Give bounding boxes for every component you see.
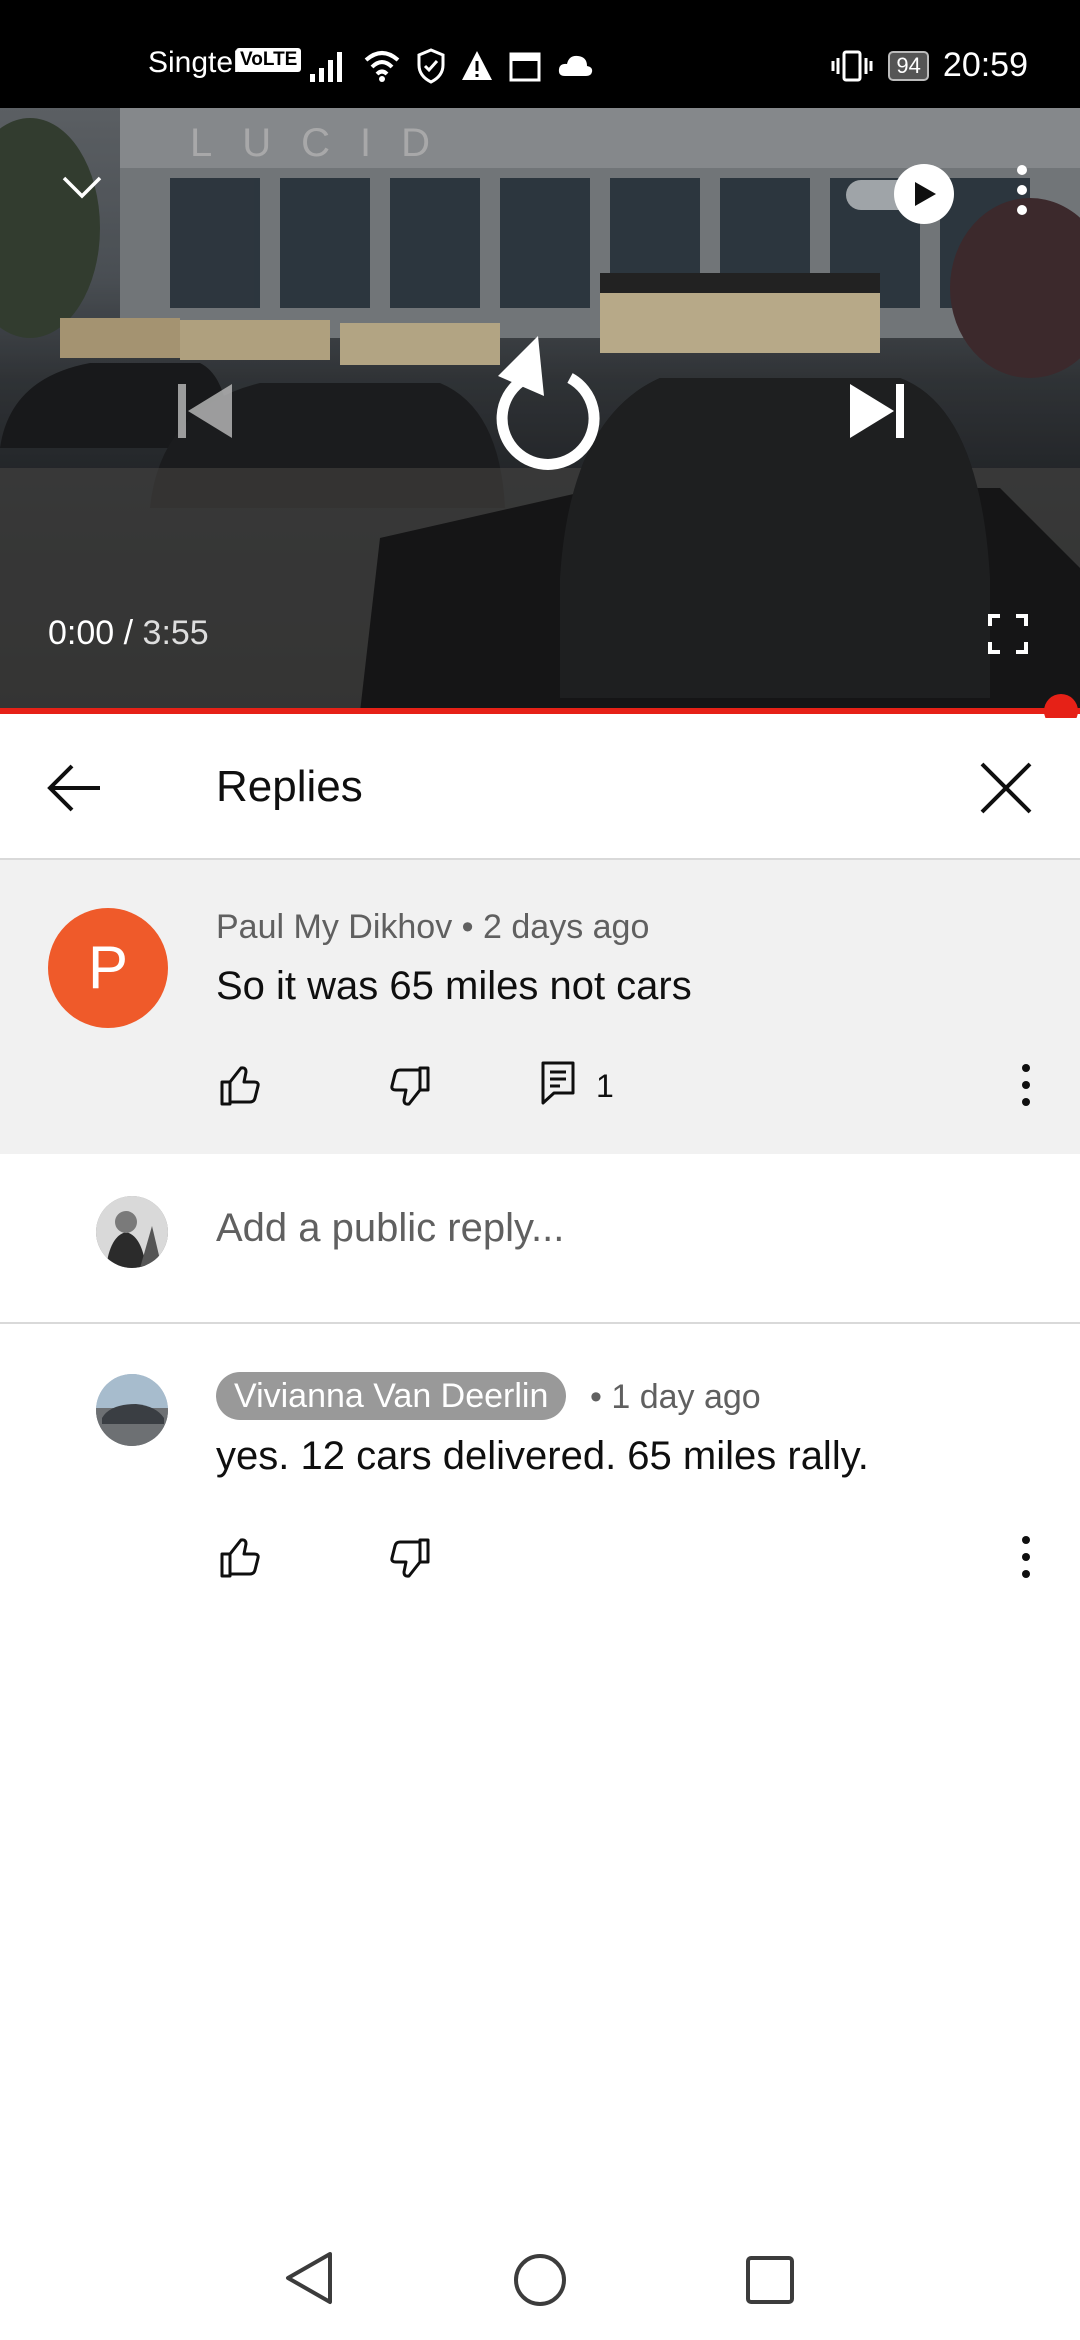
current-time: 0:00 <box>48 614 115 652</box>
skip-next-icon[interactable] <box>848 382 906 440</box>
nav-recents-icon[interactable] <box>744 2254 796 2306</box>
reply-text: yes. 12 cars delivered. 65 miles rally. <box>216 1434 869 1478</box>
close-icon[interactable] <box>978 760 1034 816</box>
comment-icon[interactable] <box>540 1060 576 1106</box>
shield-icon <box>417 48 445 84</box>
play-icon <box>915 182 936 206</box>
calendar-icon <box>509 52 541 82</box>
skip-previous-icon[interactable] <box>176 382 234 440</box>
reply-time[interactable]: 1 day ago <box>611 1378 760 1416</box>
vibrate-icon <box>831 50 873 81</box>
fullscreen-icon[interactable] <box>988 614 1028 654</box>
avatar[interactable] <box>96 1374 168 1446</box>
replay-icon[interactable] <box>480 334 604 470</box>
nav-back-icon[interactable] <box>282 2250 336 2306</box>
reply-count[interactable]: 1 <box>596 1068 614 1105</box>
reply-author[interactable]: Vivianna Van Deerlin <box>216 1372 567 1420</box>
progress-bar[interactable] <box>0 708 1080 714</box>
avatar[interactable]: P <box>48 908 168 1028</box>
list-item: Vivianna Van Deerlin • 1 day ago yes. 12… <box>0 1324 1080 1624</box>
meta-separator: • <box>590 1378 612 1416</box>
meta-separator: • <box>461 908 484 946</box>
parent-comment: P Paul My Dikhov • 2 days ago So it was … <box>0 860 1080 1154</box>
avatar <box>96 1196 168 1268</box>
status-right: 94 20:59 <box>830 46 1028 85</box>
status-bar: Singtel VoLTE 94 20:59 <box>0 0 1080 108</box>
more-vert-icon[interactable] <box>1010 160 1034 220</box>
arrow-back-icon[interactable] <box>46 762 102 814</box>
comment-time[interactable]: 2 days ago <box>483 908 649 946</box>
reply-input[interactable]: Add a public reply... <box>216 1206 564 1251</box>
page-title: Replies <box>216 762 363 811</box>
cloud-icon <box>558 55 593 76</box>
volte-badge: VoLTE <box>236 48 302 72</box>
user-photo <box>96 1196 168 1268</box>
comment-text: So it was 65 miles not cars <box>216 964 692 1008</box>
thumb-down-icon[interactable] <box>388 1064 432 1108</box>
video-player[interactable]: LUCID 0:00 / 3:55 <box>0 108 1080 712</box>
carrier-name: Singtel <box>148 46 240 79</box>
video-time: 0:00 / 3:55 <box>48 614 209 653</box>
nav-home-icon[interactable] <box>512 2252 568 2308</box>
more-vert-icon[interactable] <box>1016 1532 1036 1582</box>
reply-meta: • 1 day ago <box>590 1378 761 1417</box>
warning-icon <box>462 51 492 80</box>
battery-level: 94 <box>888 50 929 81</box>
chevron-down-icon[interactable] <box>60 172 104 202</box>
add-reply-row[interactable]: Add a public reply... <box>0 1154 1080 1324</box>
thumb-down-icon[interactable] <box>388 1536 432 1580</box>
thumb-up-icon[interactable] <box>218 1536 262 1580</box>
wifi-icon <box>364 51 400 82</box>
clock: 20:59 <box>942 46 1028 84</box>
replies-header: Replies <box>0 718 1080 860</box>
duration: 3:55 <box>142 614 209 652</box>
status-icons <box>308 46 594 86</box>
time-separator: / <box>114 614 143 652</box>
comment-meta: Paul My Dikhov • 2 days ago <box>216 908 649 947</box>
thumb-up-icon[interactable] <box>218 1064 262 1108</box>
signal-icon <box>310 52 342 82</box>
more-vert-icon[interactable] <box>1016 1060 1036 1110</box>
autoplay-toggle[interactable] <box>846 164 956 224</box>
reply-author-photo <box>96 1374 168 1446</box>
comment-author[interactable]: Paul My Dikhov <box>216 908 452 946</box>
system-nav-bar <box>0 2200 1080 2340</box>
